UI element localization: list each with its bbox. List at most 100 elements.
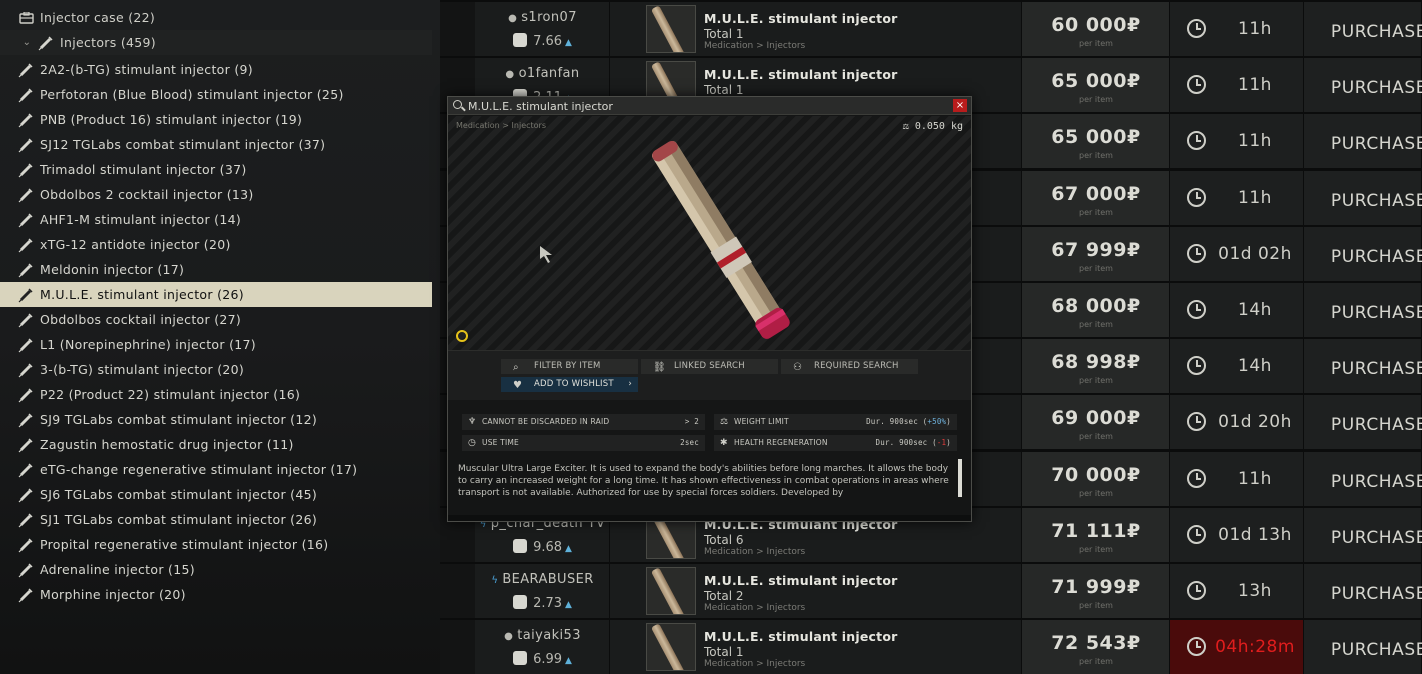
purchase-label: PURCHASE [1330, 527, 1422, 548]
item-thumbnail[interactable] [646, 5, 696, 53]
category-item[interactable]: 2A2-(b-TG) stimulant injector (9) [0, 57, 432, 82]
category-item[interactable]: Propital regenerative stimulant injector… [0, 532, 432, 557]
category-injectors-group[interactable]: ⌄ Injectors (459) [0, 30, 432, 55]
required-search-button[interactable]: ⚇ REQUIRED SEARCH [781, 359, 918, 374]
item-description: Muscular Ultra Large Exciter. It is used… [458, 464, 949, 498]
stat-duration: Dur. 900sec ( [875, 438, 937, 447]
purchase-button[interactable]: PURCHASE [1304, 58, 1422, 113]
seller-rating: 2.73 ▲ [475, 595, 610, 611]
purchase-button[interactable]: PURCHASE [1304, 226, 1422, 281]
window-titlebar[interactable]: M.U.L.E. stimulant injector × [448, 97, 971, 115]
purchase-button[interactable]: PURCHASE [1304, 114, 1422, 169]
linked-search-button[interactable]: ⛓ LINKED SEARCH [641, 359, 778, 374]
seller-rating: 6.99 ▲ [475, 651, 610, 667]
seller-name[interactable]: ● s1ron07 [475, 10, 610, 25]
description-scrollbar[interactable] [958, 459, 962, 497]
price-cell: 65 000₽ per item [1022, 58, 1170, 113]
category-label: Obdolbos cocktail injector (27) [40, 312, 242, 327]
seller-label: s1ron07 [521, 10, 577, 25]
category-item[interactable]: PNB (Product 16) stimulant injector (19) [0, 107, 432, 132]
lightning-icon: ϟ [491, 575, 499, 586]
injector-icon [18, 412, 34, 428]
seller-cell[interactable]: ● s1ron07 7.66 ▲ [475, 2, 610, 56]
category-item[interactable]: Morphine injector (20) [0, 582, 432, 607]
category-item[interactable]: SJ12 TGLabs combat stimulant injector (3… [0, 132, 432, 157]
category-item[interactable]: Adrenaline injector (15) [0, 557, 432, 582]
category-item[interactable]: 3-(b-TG) stimulant injector (20) [0, 357, 432, 382]
seller-cell[interactable]: ● taiyaki53 6.99 ▲ [475, 620, 610, 674]
category-item[interactable]: SJ1 TGLabs combat stimulant injector (26… [0, 507, 432, 532]
user-icon: ● [508, 13, 518, 24]
item-thumbnail[interactable] [646, 623, 696, 672]
purchase-button[interactable]: PURCHASE [1304, 395, 1422, 450]
purchase-button[interactable]: PURCHASE [1304, 507, 1422, 562]
category-item[interactable]: SJ9 TGLabs combat stimulant injector (12… [0, 407, 432, 432]
category-item[interactable]: Zagustin hemostatic drug injector (11) [0, 432, 432, 457]
purchase-button[interactable]: PURCHASE [1304, 339, 1422, 394]
purchase-button[interactable]: PURCHASE [1304, 283, 1422, 337]
time-remaining: 04h:28m [1215, 637, 1295, 658]
time-remaining: 11h [1238, 468, 1272, 489]
injector-icon [18, 262, 34, 278]
add-to-wishlist-button[interactable]: ♥ ADD TO WISHLIST › [501, 377, 638, 392]
category-item[interactable]: eTG-change regenerative stimulant inject… [0, 457, 432, 482]
purchase-button[interactable]: PURCHASE [1304, 451, 1422, 506]
injector-icon [18, 112, 34, 128]
close-button[interactable]: × [953, 99, 967, 112]
price-cell: 68 000₽ per item [1022, 283, 1170, 337]
item-thumbnail[interactable] [646, 567, 696, 615]
time-remaining: 01d 13h [1218, 524, 1292, 545]
category-item[interactable]: M.U.L.E. stimulant injector (26) [0, 282, 432, 307]
item-cell[interactable]: M.U.L.E. stimulant injector Total 2 Medica… [610, 564, 1022, 618]
chevron-right-icon: › [628, 379, 632, 389]
stat-label: WEIGHT LIMIT [734, 417, 789, 426]
category-injector-case[interactable]: Injector case (22) [0, 5, 432, 30]
purchase-label: PURCHASE [1330, 22, 1422, 42]
seller-cell[interactable]: ϟ BEARABUSER 2.73 ▲ [475, 564, 610, 618]
rating-value: 9.68 [533, 539, 563, 555]
clock-icon [1187, 356, 1206, 376]
item-cell[interactable]: M.U.L.E. stimulant injectorTotal 1Medica… [610, 2, 1022, 56]
category-item[interactable]: P22 (Product 22) stimulant injector (16) [0, 382, 432, 407]
purchase-button[interactable]: PURCHASE [1304, 620, 1422, 674]
category-item[interactable]: xTG-12 antidote injector (20) [0, 232, 432, 257]
injector-icon [18, 137, 34, 153]
category-item[interactable]: Trimadol stimulant injector (37) [0, 157, 432, 182]
seller-name[interactable]: ϟ BEARABUSER [475, 572, 610, 587]
clock-icon [1187, 300, 1206, 319]
category-item[interactable]: Obdolbos 2 cocktail injector (13) [0, 182, 432, 207]
purchase-label: PURCHASE [1330, 134, 1422, 155]
price-unit: per item [1079, 95, 1113, 105]
rating-badge-icon [513, 595, 528, 609]
injector-icon [18, 287, 34, 303]
seller-name[interactable]: ● taiyaki53 [475, 628, 610, 643]
item-inspect-window: M.U.L.E. stimulant injector × Medication… [447, 96, 972, 522]
rating-value: 7.66 [533, 34, 563, 49]
chevron-down-icon[interactable]: ⌄ [20, 37, 34, 48]
injector-icon [18, 537, 34, 553]
seller-name[interactable]: ● o1fanfan [475, 66, 610, 81]
category-item[interactable]: Perfotoran (Blue Blood) stimulant inject… [0, 82, 432, 107]
price-value: 67 999₽ [1051, 238, 1141, 261]
purchase-button[interactable]: PURCHASE [1304, 2, 1422, 56]
category-item[interactable]: AHF1-M stimulant injector (14) [0, 207, 432, 232]
category-item[interactable]: L1 (Norepinephrine) injector (17) [0, 332, 432, 357]
category-panel: Injector case (22) ⌄ Injectors (459) 2A2… [0, 0, 440, 674]
category-item[interactable]: Obdolbos cocktail injector (27) [0, 307, 432, 332]
rating-value: 6.99 [533, 652, 563, 668]
price-value: 68 998₽ [1051, 351, 1141, 374]
category-label: SJ9 TGLabs combat stimulant injector (12… [40, 412, 318, 427]
time-remaining: 13h [1238, 581, 1272, 601]
purchase-label: PURCHASE [1330, 78, 1422, 99]
category-item[interactable]: Meldonin injector (17) [0, 257, 432, 282]
item-category: Medication > Injectors [704, 546, 806, 557]
price-value: 65 000₽ [1051, 126, 1141, 149]
filter-by-item-button[interactable]: ⌕ FILTER BY ITEM [501, 359, 638, 374]
purchase-button[interactable]: PURCHASE [1304, 564, 1422, 618]
price-unit: per item [1079, 544, 1113, 554]
stat-weight-limit: ⚖ WEIGHT LIMIT Dur. 900sec (+50%) [714, 414, 957, 430]
rating-badge-icon [513, 538, 528, 553]
purchase-button[interactable]: PURCHASE [1304, 170, 1422, 225]
item-cell[interactable]: M.U.L.E. stimulant injectorTotal 1Medica… [610, 620, 1022, 674]
category-item[interactable]: SJ6 TGLabs combat stimulant injector (45… [0, 482, 432, 507]
